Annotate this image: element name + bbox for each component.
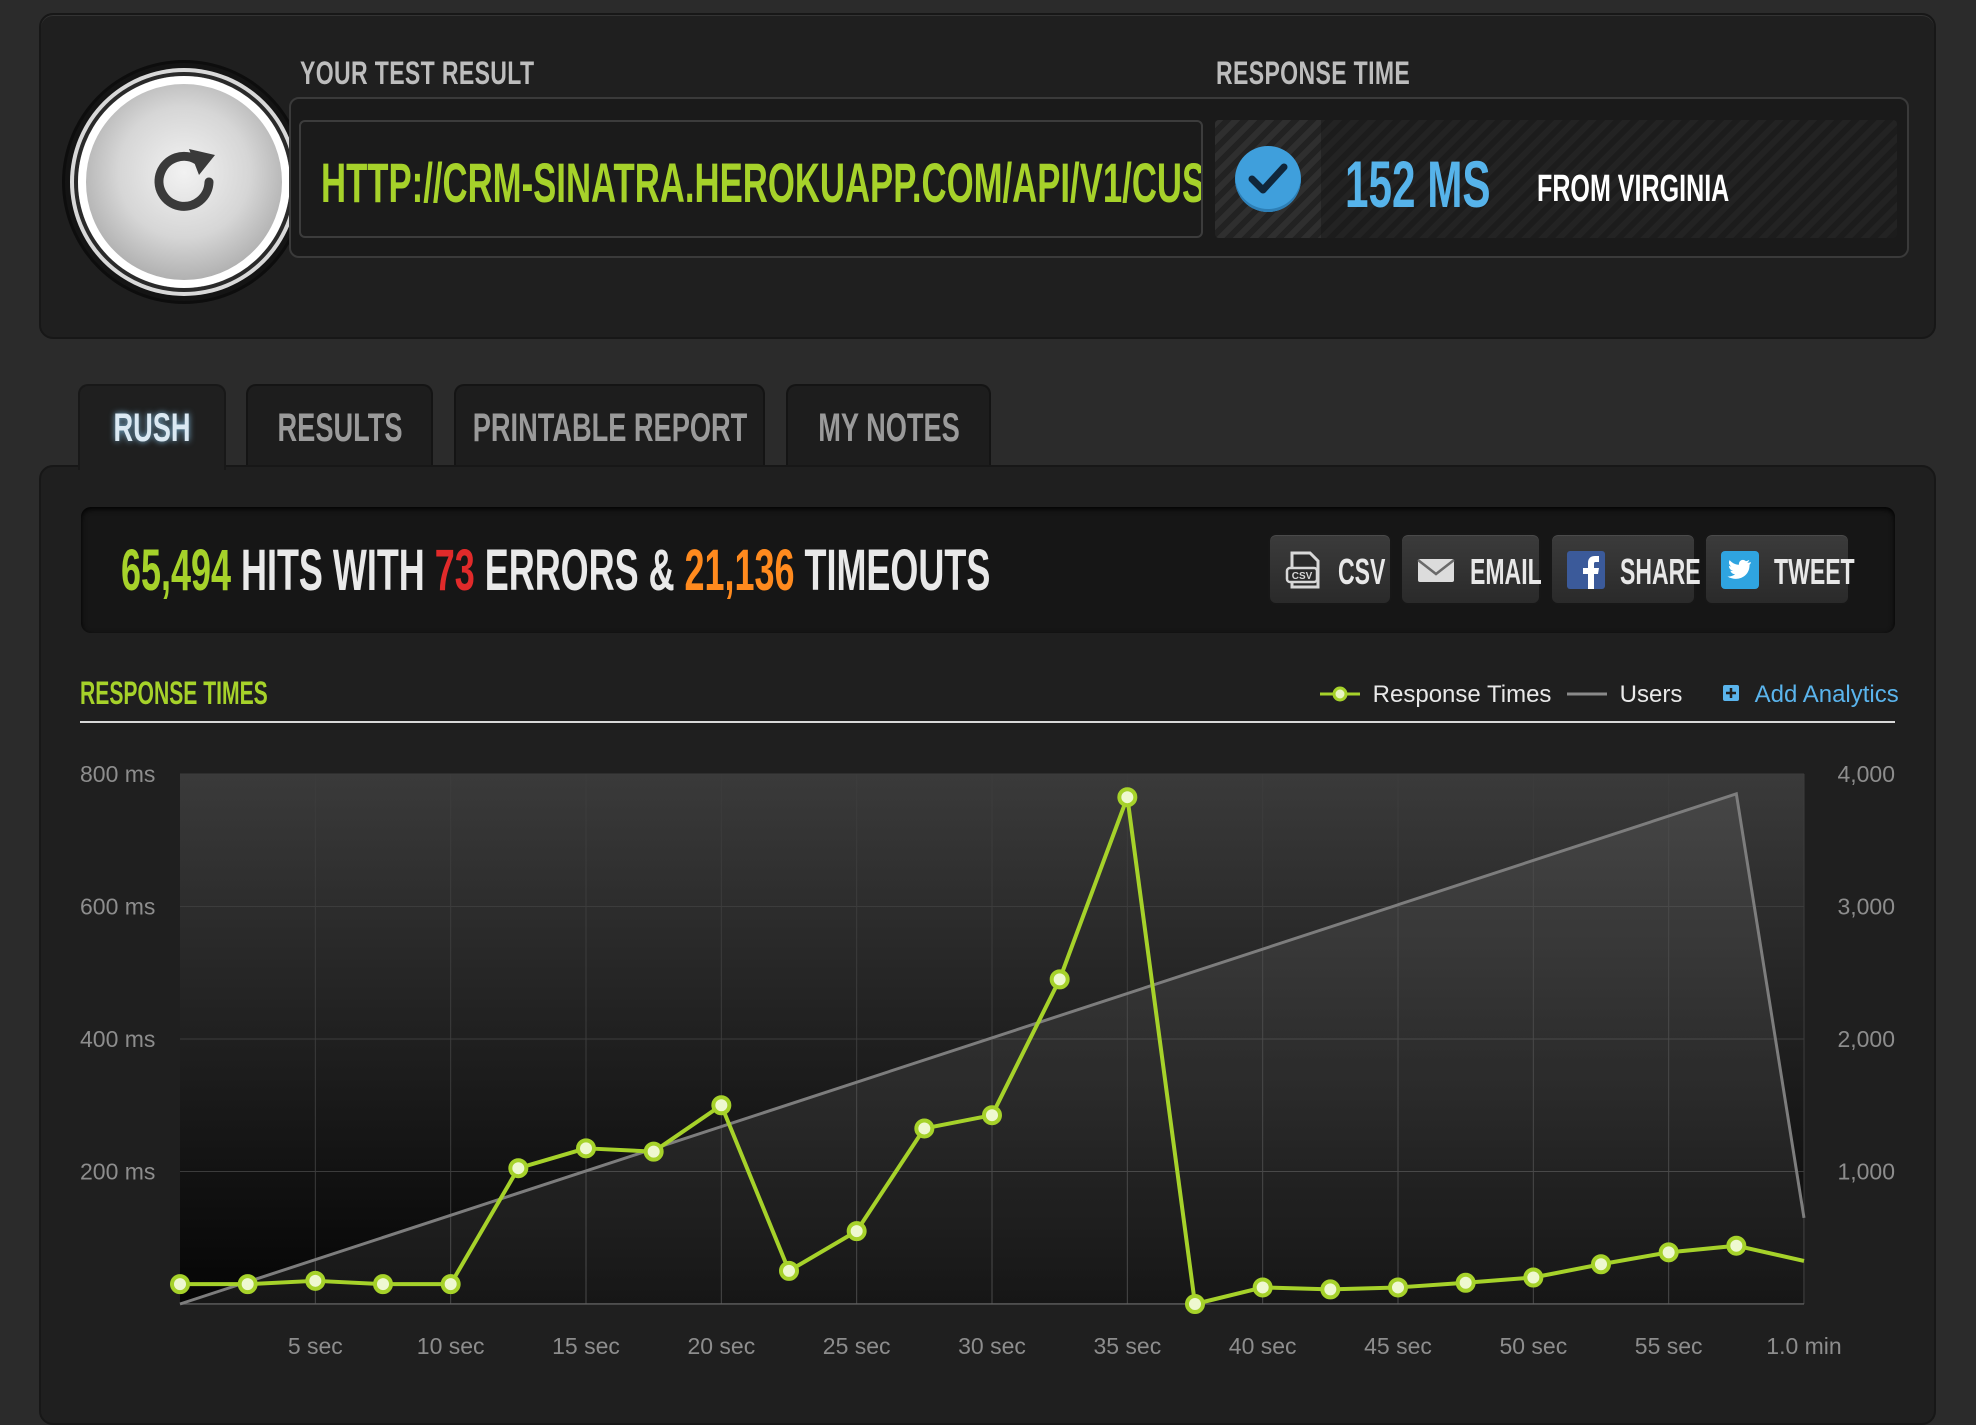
response-time-point[interactable] [982,1105,1002,1126]
x-tick-label: 20 sec [687,1333,755,1359]
response-time-point[interactable] [1455,1272,1476,1293]
tab-rush[interactable]: RUSH [78,384,226,470]
response-time-point[interactable] [508,1158,529,1179]
y-left-tick-label: 400 ms [80,1026,155,1052]
x-tick-label: 45 sec [1364,1333,1432,1359]
response-time-point[interactable] [914,1118,935,1139]
response-time-point[interactable] [779,1260,799,1281]
response-time-point[interactable] [170,1274,190,1295]
response-time-point[interactable] [1320,1279,1341,1300]
response-time-point[interactable] [846,1221,867,1242]
response-times-chart: 5 sec 10 sec 15 sec 20 sec 25 sec 30 sec 35 se… [80,761,1895,1359]
response-time-point[interactable] [1117,787,1138,808]
tab-label: RUSH [113,406,191,450]
response-time-point[interactable] [237,1274,258,1295]
x-tick-label: 5 sec [288,1333,343,1359]
response-time-point[interactable] [373,1274,393,1295]
response-time-point[interactable] [711,1095,732,1116]
y-left-tick-label: 600 ms [80,894,155,920]
response-time-point[interactable] [1185,1294,1205,1314]
x-tick-label: 25 sec [823,1333,891,1359]
response-time-point[interactable] [576,1138,596,1159]
x-tick-label: 55 sec [1635,1333,1703,1359]
x-tick-label: 40 sec [1229,1333,1297,1359]
response-time-point[interactable] [440,1274,461,1295]
response-time-point[interactable] [1388,1277,1408,1298]
response-time-point[interactable] [643,1141,664,1162]
x-tick-label: 15 sec [552,1333,620,1359]
response-time-point[interactable] [1252,1277,1273,1298]
response-time-point[interactable] [305,1270,326,1291]
response-time-point[interactable] [1591,1254,1611,1275]
y-right-tick-label: 3,000 [1837,894,1895,920]
y-left-tick-label: 200 ms [80,1159,155,1185]
x-tick-label: 30 sec [958,1333,1026,1359]
x-tick-label: 10 sec [417,1333,485,1359]
response-time-point[interactable] [1523,1267,1544,1288]
response-time-point[interactable] [1658,1242,1679,1263]
y-right-tick-label: 1,000 [1837,1159,1895,1185]
y-left-tick-label: 800 ms [80,761,155,787]
x-tick-label: 35 sec [1093,1333,1161,1359]
x-tick-label: 1.0 min [1766,1333,1841,1359]
x-tick-label: 50 sec [1499,1333,1567,1359]
y-right-tick-label: 4,000 [1837,761,1895,787]
response-time-point[interactable] [1049,969,1070,990]
y-right-tick-label: 2,000 [1837,1026,1895,1052]
response-time-point[interactable] [1726,1235,1747,1256]
